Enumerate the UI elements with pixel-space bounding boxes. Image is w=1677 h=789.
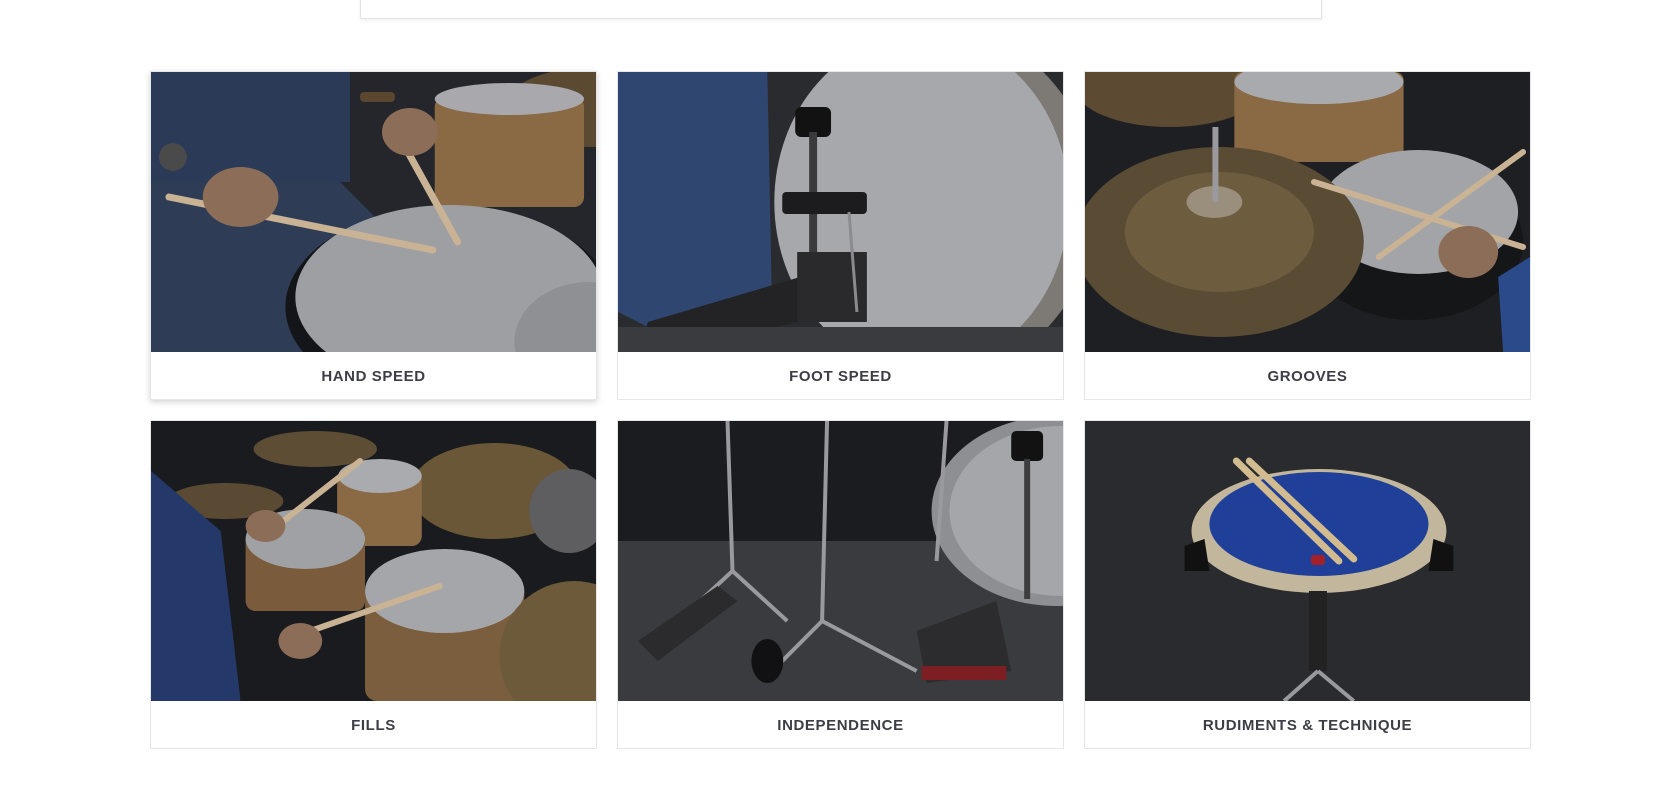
category-card-fills[interactable]: FILLS [150, 420, 597, 749]
category-label: FILLS [351, 716, 396, 734]
fills-photo [151, 421, 596, 701]
grooves-photo [1085, 72, 1530, 352]
hand-speed-photo [151, 72, 596, 352]
independence-photo [618, 421, 1063, 701]
category-card-hand-speed[interactable]: HAND SPEED [150, 71, 597, 400]
category-card-independence[interactable]: INDEPENDENCE [617, 420, 1064, 749]
rudiments-technique-photo [1085, 421, 1530, 701]
category-label: GROOVES [1267, 367, 1348, 385]
category-label: RUDIMENTS & TECHNIQUE [1202, 716, 1413, 734]
category-card-grooves[interactable]: GROOVES [1084, 71, 1531, 400]
foot-speed-photo [618, 72, 1063, 352]
category-label: FOOT SPEED [789, 367, 892, 385]
category-grid: HAND SPEED FOOT SPEED GROOVES FILLS INDE… [150, 71, 1531, 749]
category-card-rudiments-technique[interactable]: RUDIMENTS & TECHNIQUE [1084, 420, 1531, 749]
top-content-panel [360, 0, 1322, 19]
category-label: INDEPENDENCE [777, 716, 904, 734]
category-label: HAND SPEED [321, 367, 426, 385]
category-card-foot-speed[interactable]: FOOT SPEED [617, 71, 1064, 400]
